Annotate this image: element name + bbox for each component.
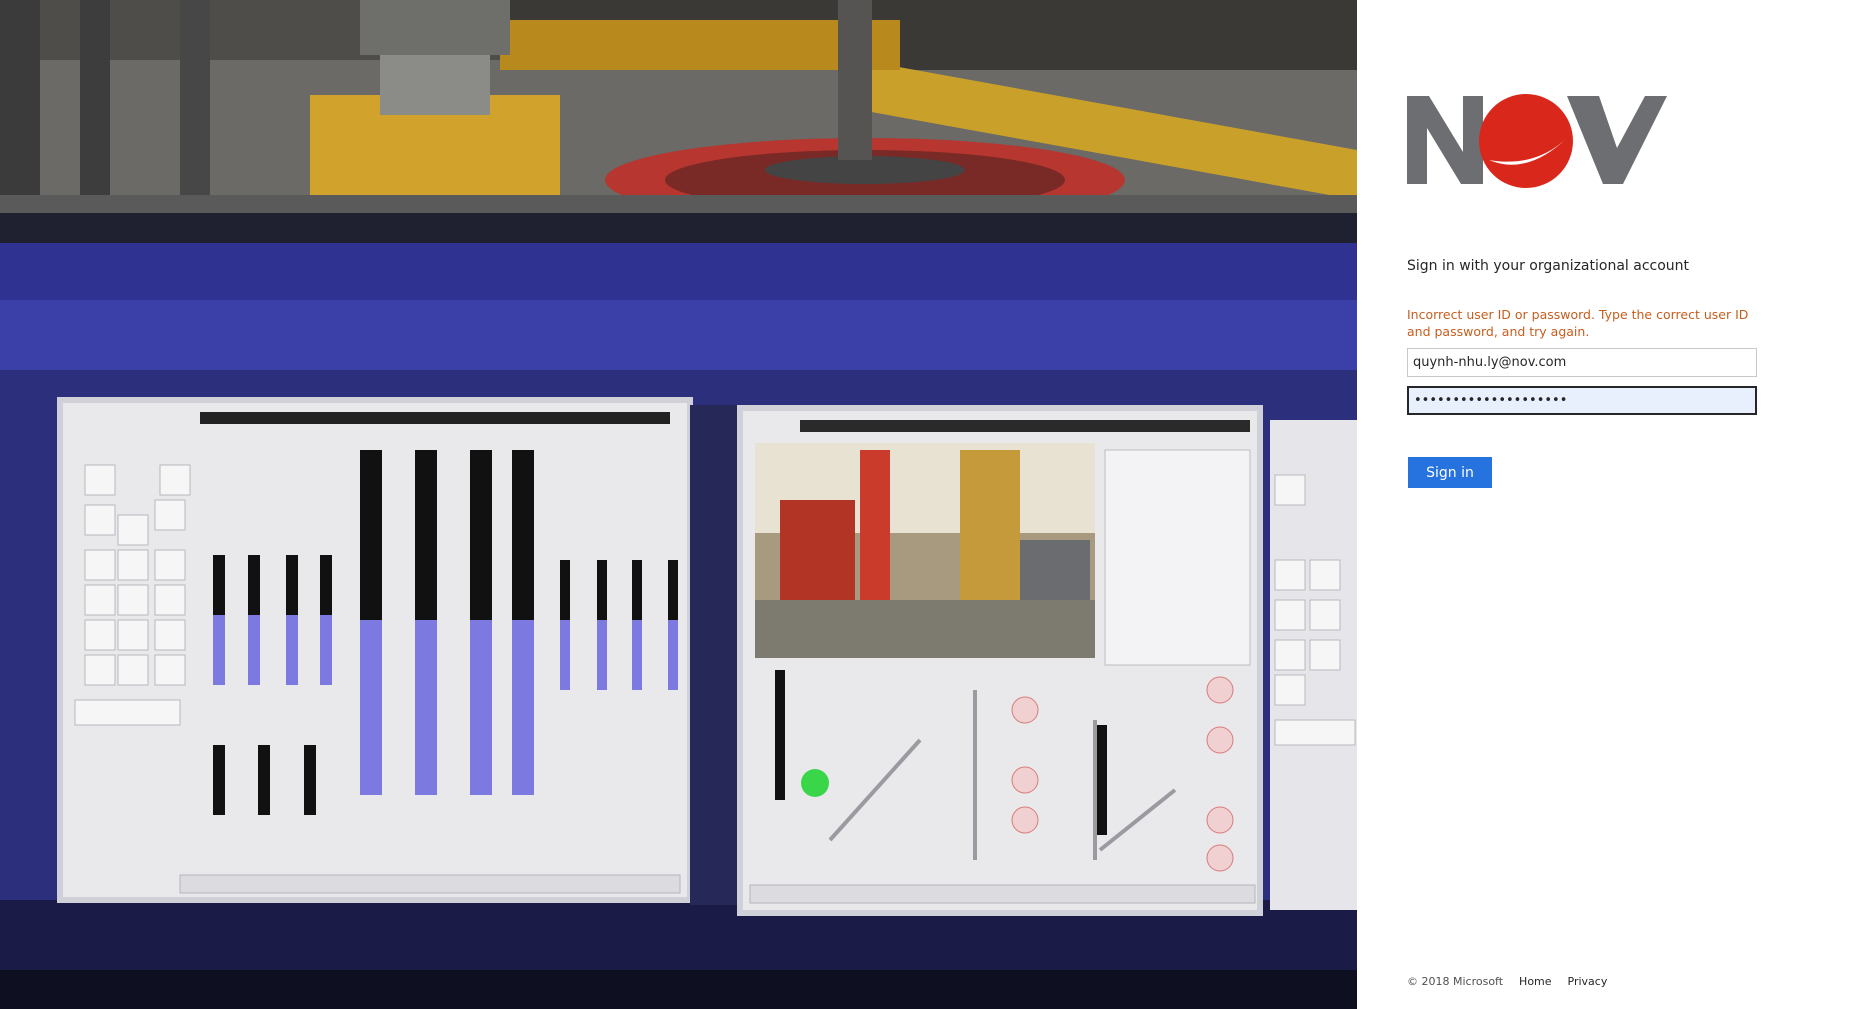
drilling-control-room-image [0,0,1357,1009]
sign-in-button[interactable]: Sign in [1408,457,1492,488]
sign-in-heading: Sign in with your organizational account [1407,258,1690,274]
nov-logo [1407,90,1667,190]
footer: © 2018 Microsoft Home Privacy [1407,975,1607,988]
privacy-link[interactable]: Privacy [1568,975,1608,988]
copyright-text: © 2018 Microsoft [1407,975,1504,988]
password-input[interactable] [1407,386,1757,415]
user-id-input[interactable] [1407,348,1757,377]
error-message: Incorrect user ID or password. Type the … [1407,307,1749,339]
home-link[interactable]: Home [1519,975,1551,988]
sign-in-panel: Sign in with your organizational account… [1357,0,1857,1009]
